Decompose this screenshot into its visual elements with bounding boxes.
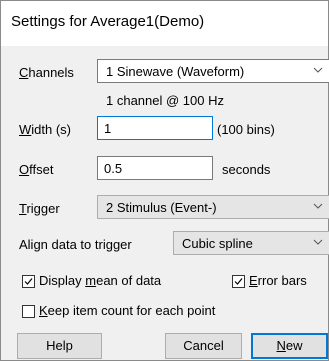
channels-info: 1 channel @ 100 Hz bbox=[106, 93, 224, 108]
offset-label: Offset bbox=[19, 162, 54, 177]
error-bars-checkbox[interactable] bbox=[232, 275, 245, 288]
dialog-title: Settings for Average1(Demo) bbox=[11, 13, 205, 30]
checkmark-icon bbox=[234, 278, 243, 285]
trigger-value: 2 Stimulus (Event-) bbox=[106, 200, 217, 215]
cancel-button[interactable]: Cancel bbox=[165, 333, 242, 359]
align-dropdown[interactable]: Cubic spline bbox=[173, 231, 329, 255]
keep-count-checkbox[interactable] bbox=[22, 305, 35, 318]
channels-value: 1 Sinewave (Waveform) bbox=[106, 64, 245, 79]
checkmark-icon bbox=[24, 278, 33, 285]
settings-dialog: Settings for Average1(Demo) Channels 1 S… bbox=[0, 0, 329, 361]
offset-units: seconds bbox=[222, 162, 271, 177]
align-value: Cubic spline bbox=[182, 236, 253, 251]
dialog-titlebar: Settings for Average1(Demo) bbox=[1, 1, 328, 46]
trigger-label: Trigger bbox=[19, 201, 60, 216]
chevron-down-icon bbox=[313, 203, 323, 209]
trigger-dropdown[interactable]: 2 Stimulus (Event-) bbox=[97, 195, 329, 219]
width-bins: (100 bins) bbox=[217, 122, 275, 137]
offset-value: 0.5 bbox=[104, 161, 123, 176]
width-label: Width (s) bbox=[19, 122, 72, 137]
chevron-down-icon bbox=[313, 239, 323, 245]
width-value: 1 bbox=[104, 121, 112, 136]
channels-label: Channels bbox=[19, 65, 74, 80]
display-mean-checkbox[interactable] bbox=[22, 275, 35, 288]
width-input[interactable]: 1 bbox=[97, 116, 213, 140]
new-button[interactable]: New bbox=[251, 333, 328, 359]
help-button[interactable]: Help bbox=[17, 333, 102, 359]
error-bars-label: Error bars bbox=[249, 273, 307, 288]
cancel-button-label: Cancel bbox=[183, 338, 224, 353]
chevron-down-icon bbox=[313, 67, 323, 73]
display-mean-label: Display mean of data bbox=[39, 273, 162, 288]
keep-count-label: Keep item count for each point bbox=[39, 303, 216, 318]
offset-input[interactable]: 0.5 bbox=[97, 156, 213, 180]
align-label: Align data to trigger bbox=[19, 237, 132, 252]
new-button-label: New bbox=[276, 338, 303, 353]
help-button-label: Help bbox=[46, 338, 73, 353]
channels-dropdown[interactable]: 1 Sinewave (Waveform) bbox=[97, 59, 329, 83]
